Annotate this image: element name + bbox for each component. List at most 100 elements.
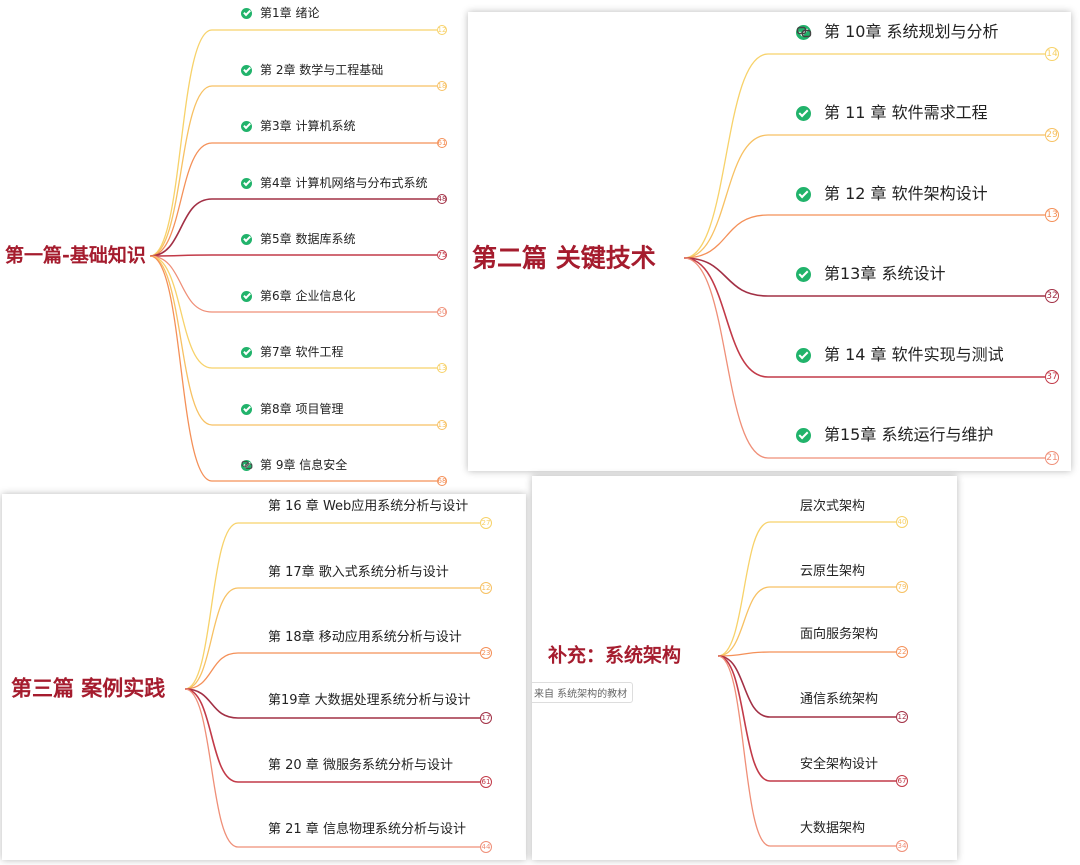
chapter-node-part3-4[interactable]: 第19章 大数据处理系统分析与设计 [268,694,471,707]
chapter-node-supplement-5[interactable]: 安全架构设计 [800,758,878,771]
root-node-supplement[interactable]: 补充：系统架构 [548,646,681,666]
completed-check-icon [241,233,252,245]
chapter-label: 第6章 企业信息化 [260,289,356,303]
completed-check-icon [241,64,252,76]
chapter-label: 第1章 绪论 [260,6,320,20]
completed-check-icon [796,105,811,121]
branch-line-part3-3 [184,652,480,690]
chapter-node-part1-6[interactable]: 第6章 企业信息化 [241,290,355,302]
link-icon-shape [241,461,253,469]
count-badge[interactable]: 12 [437,25,447,35]
mindmap-panel-part3: 第三篇 案例实践 第 16 章 Web应用系统分析与设计 27 第 17章 歌入式系… [2,494,526,860]
chapter-label: 第 14 章 软件实现与测试 [824,345,1004,364]
branch-line-part1-4 [149,198,437,257]
chapter-node-part3-3[interactable]: 第 18章 移动应用系统分析与设计 [268,631,462,644]
chapter-node-supplement-1[interactable]: 层次式架构 [800,500,865,513]
root-node-part1[interactable]: 第一篇-基础知识 [5,246,146,266]
chapter-label: 第 20 章 微服务系统分析与设计 [268,757,453,773]
branch-line-part2-3 [683,214,1045,259]
chapter-node-part1-4[interactable]: 第4章 计算机网络与分布式系统 [241,177,427,189]
completed-check-icon [241,120,252,132]
count-badge[interactable]: 12 [480,582,492,594]
chapter-node-part1-3[interactable]: 第3章 计算机系统 [241,120,355,132]
chapter-label: 第 12 章 软件架构设计 [824,184,988,203]
chapter-label: 层次式架构 [800,498,866,514]
chapter-node-part2-6[interactable]: 第15章 系统运行与维护 [796,427,993,443]
chapter-node-part2-4[interactable]: 第13章 系统设计 [796,266,945,282]
chapter-node-part3-5[interactable]: 第 20 章 微服务系统分析与设计 [268,759,453,772]
root-node-part2[interactable]: 第二篇 关键技术 [472,246,656,271]
chapter-label: 通信系统架构 [800,691,879,707]
count-badge[interactable]: 32 [1045,289,1059,303]
count-badge[interactable]: 79 [896,581,908,593]
count-badge[interactable]: 40 [896,516,908,528]
branch-lines-part2 [683,53,1045,459]
chapter-label: 第19章 大数据处理系统分析与设计 [268,692,471,708]
chapter-node-part2-3[interactable]: 第 12 章 软件架构设计 [796,186,988,202]
count-badge[interactable]: 61 [480,776,492,788]
count-badge[interactable]: 29 [1045,128,1059,142]
count-badge[interactable]: 44 [480,841,492,853]
chapter-node-part3-2[interactable]: 第 17章 歌入式系统分析与设计 [268,566,449,579]
chapter-node-supplement-2[interactable]: 云原生架构 [800,565,865,578]
count-badge[interactable]: 22 [896,646,908,658]
count-badge[interactable]: 14 [1045,47,1059,61]
chapter-label: 第 10章 系统规划与分析 [824,22,999,41]
mindmap-panel-supplement: 补充：系统架构 来自 系统架构的教材 层次式架构 40 云原生架构 79 面向服务架构 2… [532,476,957,860]
branch-line-supplement-4 [717,655,896,718]
chapter-label: 云原生架构 [800,563,866,579]
chapter-node-part1-9[interactable]: 第 9章 信息安全 [241,459,355,471]
completed-check-icon [241,403,252,415]
chapter-node-supplement-6[interactable]: 大数据架构 [800,822,865,835]
count-badge[interactable]: 18 [437,81,447,91]
count-badge[interactable]: 23 [480,647,492,659]
chapter-label: 第5章 数据库系统 [260,232,356,246]
chapter-label: 第13章 系统设计 [824,264,946,283]
count-badge[interactable]: 75 [437,250,447,260]
branch-line-part3-1 [184,522,480,690]
chapter-label: 面向服务架构 [800,626,879,642]
chapter-label: 第 9章 信息安全 [260,458,348,472]
chapter-node-part3-6[interactable]: 第 21 章 信息物理系统分析与设计 [268,823,466,836]
chapter-node-part2-2[interactable]: 第 11 章 软件需求工程 [796,105,988,121]
chapter-node-part1-7[interactable]: 第7章 软件工程 [241,346,343,358]
completed-check-icon [241,7,252,19]
chapter-node-part1-2[interactable]: 第 2章 数学与工程基础 [241,64,383,76]
count-badge[interactable]: 50 [437,307,447,317]
chapter-node-part1-1[interactable]: 第1章 绪论 [241,7,319,19]
root-node-part3[interactable]: 第三篇 案例实践 [11,678,165,700]
count-badge[interactable]: 68 [437,476,447,486]
count-badge[interactable]: 48 [437,194,447,204]
completed-check-icon [796,427,811,443]
count-badge[interactable]: 13 [437,363,447,373]
chapter-label: 第4章 计算机网络与分布式系统 [260,176,428,190]
chapter-node-part2-5[interactable]: 第 14 章 软件实现与测试 [796,347,1004,363]
branch-line-supplement-2 [717,586,896,657]
count-badge[interactable]: 61 [437,138,447,148]
count-badge[interactable]: 67 [896,775,908,787]
count-badge[interactable]: 13 [437,420,447,430]
branch-line-part1-2 [149,85,437,257]
chapter-label: 第 16 章 Web应用系统分析与设计 [268,498,469,514]
chapter-node-part1-5[interactable]: 第5章 数据库系统 [241,233,355,245]
chapter-node-part2-1[interactable]: 第 10章 系统规划与分析 [796,24,1007,40]
chapter-label: 第15章 系统运行与维护 [824,425,994,444]
completed-check-icon [796,266,811,282]
chapter-label: 第 17章 歌入式系统分析与设计 [268,564,449,580]
chapter-label: 第 11 章 软件需求工程 [824,103,988,122]
count-badge[interactable]: 12 [896,711,908,723]
count-badge[interactable]: 21 [1045,451,1059,465]
count-badge[interactable]: 37 [1045,370,1059,384]
source-tag[interactable]: 来自 系统架构的教材 [532,682,634,703]
count-badge[interactable]: 17 [480,712,492,724]
count-badge[interactable]: 27 [480,517,492,529]
chapter-node-supplement-4[interactable]: 通信系统架构 [800,693,878,706]
chapter-node-part1-8[interactable]: 第8章 项目管理 [241,403,343,415]
count-badge[interactable]: 13 [1045,208,1059,222]
completed-check-icon [796,347,811,363]
count-badge[interactable]: 34 [896,840,908,852]
chapter-node-supplement-3[interactable]: 面向服务架构 [800,628,878,641]
chapter-node-part3-1[interactable]: 第 16 章 Web应用系统分析与设计 [268,500,468,513]
completed-check-icon [241,346,252,358]
branch-line-part1-8 [149,255,437,426]
